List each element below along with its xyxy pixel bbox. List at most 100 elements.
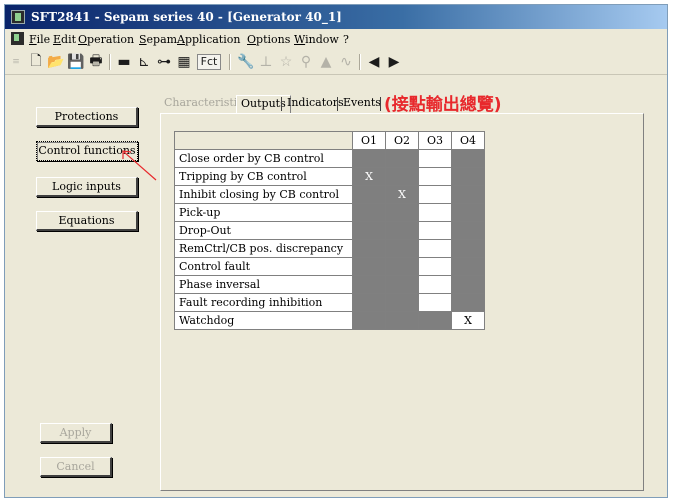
matrix-cell-o1[interactable]	[352, 149, 386, 168]
tab-events[interactable]: Events	[339, 95, 385, 113]
matrix-cell-o4[interactable]	[451, 293, 485, 312]
matrix-cell-o2[interactable]	[385, 203, 419, 222]
matrix-row: Tripping by CB control X	[174, 167, 485, 186]
matrix-cell-o4[interactable]	[451, 185, 485, 204]
device-icon[interactable]: ▬	[115, 53, 133, 71]
new-file-icon[interactable]: 🗋	[27, 53, 45, 71]
matrix-cell-o4[interactable]: X	[451, 311, 485, 330]
matrix-row-label: Control fault	[174, 257, 353, 276]
matrix-cell-o1[interactable]	[352, 221, 386, 240]
arrow-left-icon[interactable]: ◀	[365, 53, 383, 71]
matrix-cell-o4[interactable]	[451, 239, 485, 258]
fct-button[interactable]: Fct	[195, 53, 223, 71]
matrix-cell-o4[interactable]	[451, 275, 485, 294]
matrix-row: Inhibit closing by CB control X	[174, 185, 485, 204]
column-header-o3: O3	[418, 131, 452, 150]
matrix-cell-o1[interactable]	[352, 311, 386, 330]
matrix-cell-o3[interactable]	[418, 221, 452, 240]
matrix-row-label: Close order by CB control	[174, 149, 353, 168]
column-header-o4: O4	[451, 131, 485, 150]
menu-file[interactable]: File	[29, 33, 50, 46]
document-icon[interactable]	[11, 32, 24, 45]
matrix-cell-o2[interactable]	[385, 239, 419, 258]
matrix-cell-o2[interactable]	[385, 311, 419, 330]
star-icon[interactable]: ☆	[277, 53, 295, 71]
app-icon	[11, 10, 25, 24]
matrix-cell-o2[interactable]	[385, 275, 419, 294]
matrix-cell-o1[interactable]	[352, 239, 386, 258]
matrix-cell-o1[interactable]	[352, 293, 386, 312]
matrix-cell-o3[interactable]	[418, 293, 452, 312]
matrix-cell-o3[interactable]	[418, 185, 452, 204]
matrix-cell-o3[interactable]	[418, 149, 452, 168]
menu-edit[interactable]: Edit	[53, 33, 76, 46]
cancel-button[interactable]: Cancel	[40, 457, 112, 477]
title-bar[interactable]: SFT2841 - Sepam series 40 - [Generator 4…	[5, 5, 667, 29]
annotation-text: (接點輸出總覽)	[384, 95, 502, 115]
matrix-row-label: RemCtrl/CB pos. discrepancy	[174, 239, 353, 258]
matrix-cell-o4[interactable]	[451, 149, 485, 168]
window-title: SFT2841 - Sepam series 40 - [Generator 4…	[31, 10, 342, 24]
matrix-cell-o3[interactable]	[418, 167, 452, 186]
matrix-corner	[174, 131, 353, 150]
protections-button[interactable]: Protections	[36, 107, 138, 127]
print-icon[interactable]: 🖶	[87, 53, 105, 71]
matrix-cell-o3[interactable]	[418, 203, 452, 222]
network-icon[interactable]: ⊶	[155, 53, 173, 71]
matrix-cell-o4[interactable]	[451, 221, 485, 240]
open-folder-icon[interactable]: 📂	[47, 53, 65, 71]
arrow-right-icon[interactable]: ▶	[385, 53, 403, 71]
matrix-cell-o3[interactable]	[418, 239, 452, 258]
matrix-cell-o2[interactable]	[385, 221, 419, 240]
fct-label: Fct	[196, 54, 222, 70]
column-header-o1: O1	[352, 131, 386, 150]
matrix-cell-o4[interactable]	[451, 257, 485, 276]
menu-window[interactable]: Window	[294, 33, 339, 46]
matrix-row-label: Phase inversal	[174, 275, 353, 294]
matrix-cell-o1[interactable]	[352, 185, 386, 204]
matrix-row-label: Tripping by CB control	[174, 167, 353, 186]
matrix-row-label: Drop-Out	[174, 221, 353, 240]
diagram-icon[interactable]: ⊾	[135, 53, 153, 71]
matrix-cell-o1[interactable]	[352, 275, 386, 294]
matrix-cell-o2[interactable]	[385, 149, 419, 168]
matrix-cell-o2[interactable]	[385, 257, 419, 276]
matrix-row: Phase inversal	[174, 275, 485, 294]
tab-separator	[380, 97, 381, 111]
wrench-icon[interactable]: 🔧	[237, 53, 255, 71]
matrix-row: Pick-up	[174, 203, 485, 222]
waveform-icon[interactable]: ∿	[337, 53, 355, 71]
matrix-cell-o2[interactable]	[385, 293, 419, 312]
outputs-panel: O1 O2 O3 O4 Close order by CB control Tri…	[160, 113, 644, 491]
menu-help[interactable]: ?	[343, 33, 349, 46]
menu-sepam[interactable]: Sepam	[139, 33, 177, 46]
matrix-cell-o1[interactable]: X	[352, 167, 386, 186]
toolbar-grip-icon: ≡	[12, 57, 20, 67]
matrix-cell-o2[interactable]: X	[385, 185, 419, 204]
table-icon[interactable]: ▦	[175, 53, 193, 71]
equations-button[interactable]: Equations	[36, 211, 138, 231]
matrix-cell-o2[interactable]	[385, 167, 419, 186]
menu-application[interactable]: Application	[177, 33, 240, 46]
menu-operation[interactable]: Operation	[78, 33, 134, 46]
matrix-row: Close order by CB control	[174, 149, 485, 168]
matrix-cell-o1[interactable]	[352, 257, 386, 276]
matrix-cell-o3[interactable]	[418, 311, 452, 330]
toolbar-separator	[229, 54, 231, 70]
warning-icon[interactable]: ▲	[317, 53, 335, 71]
apply-button[interactable]: Apply	[40, 423, 112, 443]
matrix-row: RemCtrl/CB pos. discrepancy	[174, 239, 485, 258]
matrix-row: Fault recording inhibition	[174, 293, 485, 312]
application-window: SFT2841 - Sepam series 40 - [Generator 4…	[4, 4, 668, 498]
tool-icon[interactable]: ⊥	[257, 53, 275, 71]
matrix-cell-o3[interactable]	[418, 257, 452, 276]
matrix-cell-o4[interactable]	[451, 203, 485, 222]
phase-icon[interactable]: ⚲	[297, 53, 315, 71]
matrix-row: Drop-Out	[174, 221, 485, 240]
matrix-cell-o1[interactable]	[352, 203, 386, 222]
toolbar-separator	[109, 54, 111, 70]
menu-options[interactable]: Options	[247, 33, 290, 46]
matrix-cell-o4[interactable]	[451, 167, 485, 186]
save-icon[interactable]: 💾	[67, 53, 85, 71]
matrix-cell-o3[interactable]	[418, 275, 452, 294]
